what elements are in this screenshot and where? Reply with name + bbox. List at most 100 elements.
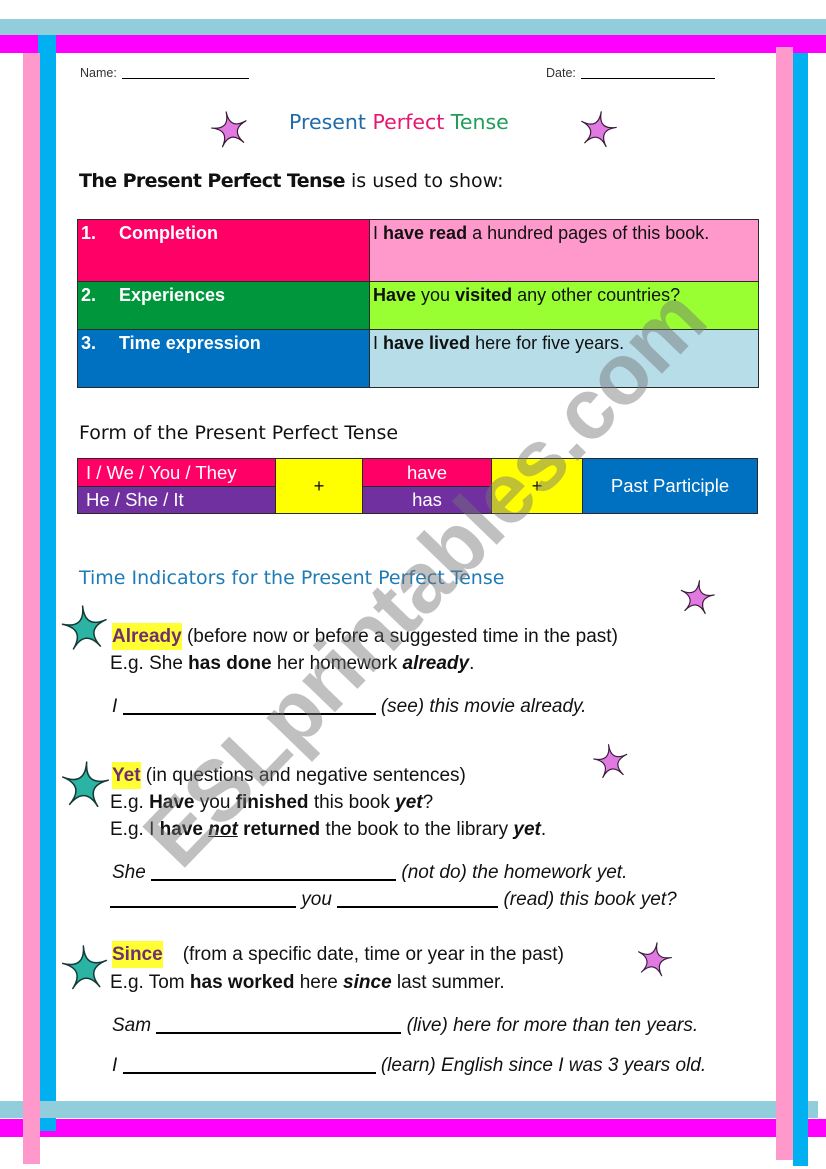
since-term-line: Since (from a specific date, time or year…: [112, 941, 564, 968]
since-term-highlight: Since: [112, 941, 163, 968]
uses-table: 1. Completion I have read a hundred pages…: [77, 219, 759, 388]
frame-right-pink-bar: [776, 47, 793, 1160]
example-text: E.g.: [110, 792, 150, 813]
already-explanation: (before now or before a suggested time i…: [181, 626, 618, 647]
yet-example-2: E.g. I have not returned the book to the…: [110, 818, 546, 842]
date-blank-line: [580, 66, 715, 79]
exercise-text: (read) this book yet?: [498, 889, 677, 910]
exercise-text: (see) this movie already.: [375, 696, 587, 717]
pink-starfish-icon: [573, 106, 623, 153]
example-keyword: yet: [395, 792, 423, 813]
example-verb: finished: [235, 792, 309, 813]
use-number: 3.: [81, 333, 97, 353]
yet-exercise-2: you (read) this book yet?: [110, 888, 677, 912]
date-label: Date:: [546, 66, 576, 80]
example-verb: have lived: [383, 333, 471, 353]
frame-left-blue-bar: [38, 35, 56, 1131]
exercise-text: I: [112, 696, 123, 717]
answer-blank: [156, 1018, 402, 1034]
example-text: this book: [308, 792, 396, 813]
example-verb: have read: [383, 223, 468, 243]
uses-row: 3. Time expression I have lived here for …: [77, 329, 759, 388]
auxiliary-have-cell: have: [362, 458, 492, 487]
example-text: you: [416, 285, 456, 305]
subject-singular-cell: He / She / It: [77, 486, 276, 514]
example-text: I: [373, 333, 384, 353]
example-verb: Have: [373, 285, 417, 305]
example-text: any other countries?: [512, 285, 681, 305]
yet-explanation: (in questions and negative sentences): [140, 765, 466, 786]
form-table: I / We / You / They + have + Past Partic…: [77, 458, 758, 514]
frame-right-blue-bar: [793, 53, 808, 1166]
title-word-perfect: Perfect: [372, 110, 445, 134]
example-negation: not: [208, 819, 238, 840]
use-label-cell: 3. Time expression: [77, 329, 370, 388]
example-verb: Have: [149, 792, 195, 813]
use-label-cell: 1. Completion: [77, 219, 370, 282]
pink-starfish-icon: [204, 106, 255, 154]
example-text: E.g. Tom: [110, 972, 190, 993]
date-field: Date:: [546, 65, 715, 81]
example-text: ?: [422, 792, 434, 813]
exercise-text: (not do) the homework yet.: [396, 862, 628, 883]
yet-term-line: Yet (in questions and negative sentences…: [112, 762, 466, 789]
uses-heading: The Present Perfect Tense is used to sho…: [79, 168, 504, 194]
title-word-tense: Tense: [450, 110, 509, 134]
example-text: the book to the library: [320, 819, 514, 840]
name-blank-line: [121, 66, 249, 79]
example-text: I: [373, 223, 384, 243]
uses-heading-emphasis: The Present Perfect Tense: [79, 170, 346, 192]
frame-top-light-blue-bar: [0, 19, 826, 35]
subject-plural-cell: I / We / You / They: [77, 458, 276, 487]
example-verb: has worked: [189, 972, 295, 993]
pink-starfish-icon: [629, 937, 679, 982]
pink-starfish-icon: [587, 740, 636, 784]
since-example: E.g. Tom has worked here since last summ…: [110, 971, 505, 995]
already-term-highlight: Already: [112, 623, 182, 650]
example-text: here for five years.: [470, 333, 625, 353]
already-term-line: Already (before now or before a suggeste…: [112, 623, 618, 650]
use-number: 1.: [81, 223, 97, 243]
example-verb: visited: [455, 285, 513, 305]
frame-left-pink-bar: [23, 53, 40, 1164]
example-text: E.g. I: [110, 819, 160, 840]
exercise-text: you: [296, 889, 338, 910]
use-label: Experiences: [119, 285, 226, 305]
example-verb: have: [159, 819, 203, 840]
answer-blank: [122, 1058, 376, 1074]
indicators-heading: Time Indicators for the Present Perfect …: [79, 567, 505, 589]
use-example-cell: I have lived here for five years.: [369, 329, 759, 388]
use-example-cell: Have you visited any other countries?: [369, 281, 759, 330]
exercise-text: Sam: [112, 1015, 157, 1036]
example-keyword: yet: [513, 819, 541, 840]
yet-term-highlight: Yet: [112, 762, 141, 789]
plus-cell: +: [491, 458, 583, 514]
example-keyword: already: [402, 653, 470, 674]
uses-heading-rest: is used to show:: [344, 170, 504, 192]
use-label: Time expression: [119, 333, 261, 353]
use-label-cell: 2. Experiences: [77, 281, 370, 330]
past-participle-cell: Past Participle: [582, 458, 758, 514]
exercise-text: (learn) English since I was 3 years old.: [375, 1055, 707, 1076]
since-explanation: (from a specific date, time or year in t…: [182, 944, 564, 965]
name-field: Name:: [80, 65, 249, 81]
frame-top-magenta-bar: [0, 35, 826, 53]
since-exercise-1: Sam (live) here for more than ten years.: [112, 1014, 698, 1038]
already-exercise: I (see) this movie already.: [112, 695, 586, 719]
teal-starfish-icon: [54, 758, 115, 814]
example-text: here: [294, 972, 344, 993]
example-text: a hundred pages of this book.: [467, 223, 710, 243]
title-word-present: Present: [289, 110, 366, 134]
answer-blank: [151, 865, 397, 881]
example-text: E.g. She: [110, 653, 189, 674]
example-text: .: [469, 653, 475, 674]
name-label: Name:: [80, 66, 117, 80]
form-heading: Form of the Present Perfect Tense: [79, 422, 399, 444]
yet-example-1: E.g. Have you finished this book yet?: [110, 791, 433, 815]
auxiliary-has-cell: has: [362, 486, 492, 514]
already-example: E.g. She has done her homework already.: [110, 652, 474, 676]
since-exercise-2: I (learn) English since I was 3 years ol…: [112, 1054, 706, 1078]
example-verb: returned: [243, 819, 321, 840]
exercise-text: I: [112, 1055, 123, 1076]
use-example-cell: I have read a hundred pages of this book…: [369, 219, 759, 282]
